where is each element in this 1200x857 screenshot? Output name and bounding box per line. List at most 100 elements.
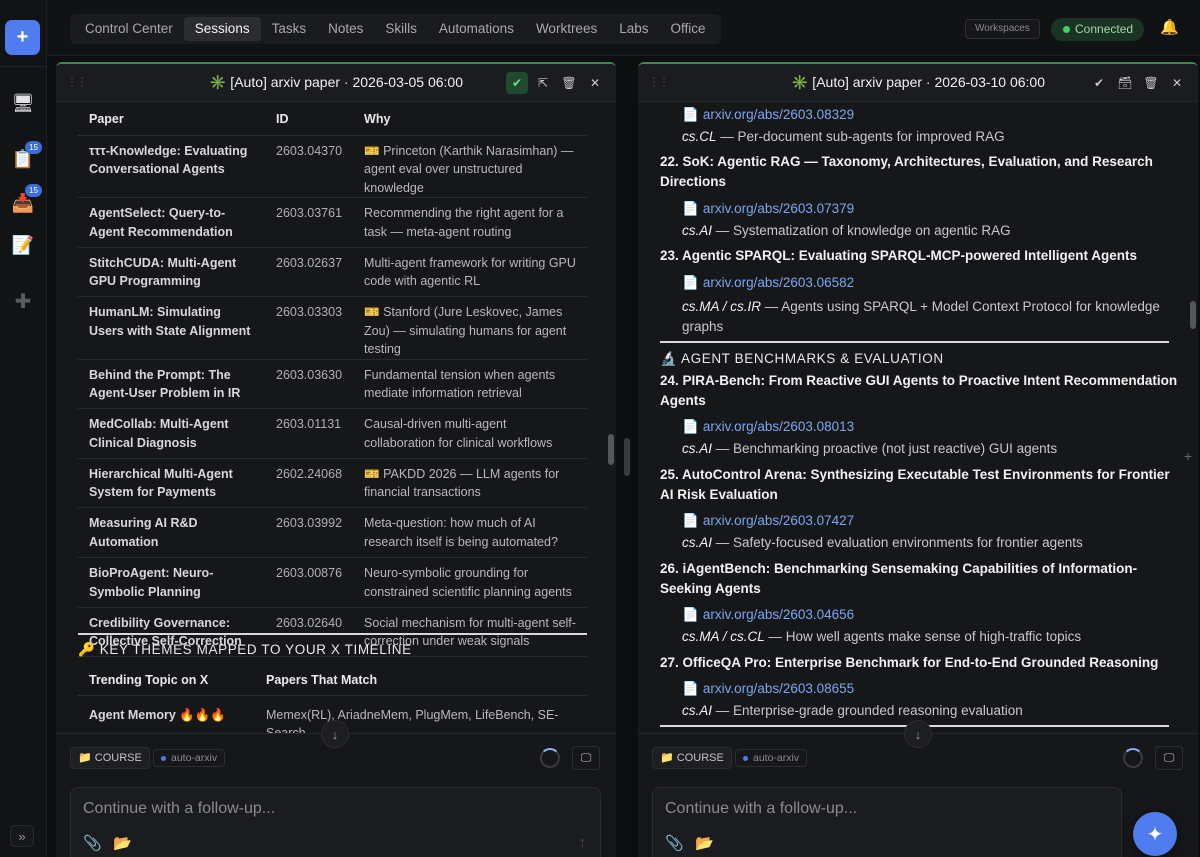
rail-divider — [0, 66, 47, 67]
check-icon[interactable]: ✔ — [506, 72, 528, 94]
col-why: Why — [353, 103, 587, 136]
paper-why: 🎫 Stanford (Jure Leskovec, James Zou) — … — [353, 296, 587, 360]
tab-labs[interactable]: Labs — [608, 17, 659, 41]
tab-sessions[interactable]: Sessions — [183, 17, 261, 41]
paperclip-icon[interactable]: 📎 — [83, 834, 102, 852]
app-root: + 🖥 📋 15 📥 15 📝 ✚ » Control Center Sessi… — [0, 0, 1200, 857]
paper-link[interactable]: 📄 arxiv.org/abs/2603.08329 — [682, 107, 854, 123]
category-desc: — Benchmarking proactive (not just react… — [712, 441, 1058, 456]
paper-name: HumanLM: Simulating Users with State Ali… — [78, 296, 265, 360]
tab-notes[interactable]: Notes — [317, 17, 374, 41]
paper-link[interactable]: 📄 arxiv.org/abs/2603.06582 — [682, 275, 854, 291]
add-panel-icon[interactable]: + — [1184, 448, 1200, 466]
scrollbar[interactable] — [1190, 103, 1196, 733]
paper-why: Fundamental tension when agents mediate … — [353, 359, 587, 410]
category-desc: — Systematization of knowledge on agenti… — [712, 223, 1011, 238]
table-row: StitchCUDA: Multi-Agent GPU Programming 2… — [78, 247, 587, 298]
link-text[interactable]: arxiv.org/abs/2603.04656 — [703, 607, 854, 622]
document-icon: 📄 — [682, 607, 699, 622]
category-code: cs.AI — [682, 535, 713, 550]
link-text[interactable]: arxiv.org/abs/2603.06582 — [703, 275, 854, 290]
paper-link[interactable]: 📄 arxiv.org/abs/2603.07379 — [682, 201, 854, 217]
paper-link[interactable]: 📄 arxiv.org/abs/2603.08655 — [682, 681, 854, 697]
scroll-down-icon[interactable]: ↓ — [321, 720, 349, 748]
tab-automations[interactable]: Automations — [428, 17, 525, 41]
category-desc: — How well agents make sense of high-tra… — [764, 629, 1082, 644]
link-text[interactable]: arxiv.org/abs/2603.07379 — [703, 201, 854, 216]
paper-id: 2603.01131 — [265, 408, 354, 459]
document-icon: 📄 — [682, 275, 699, 290]
link-text[interactable]: arxiv.org/abs/2603.08655 — [703, 681, 854, 696]
paper-name: AgentSelect: Query-to-Agent Recommendati… — [78, 197, 265, 248]
add-icon[interactable]: ✚ — [10, 289, 36, 313]
paper-link[interactable]: 📄 arxiv.org/abs/2603.04656 — [682, 607, 854, 623]
tab-office[interactable]: Office — [659, 17, 716, 41]
folder-icon[interactable]: 📂 — [695, 834, 714, 852]
paper-link[interactable]: 📄 arxiv.org/abs/2603.08013 — [682, 419, 854, 435]
paper-link[interactable]: 📄 arxiv.org/abs/2603.07427 — [682, 513, 854, 529]
monitor-icon[interactable]: 🖥 — [10, 91, 36, 115]
followup-input[interactable]: Continue with a follow-up... 📎 📂 — [652, 787, 1122, 857]
archive-icon[interactable]: 🗃 — [1114, 72, 1136, 94]
workspaces-button[interactable]: Workspaces — [965, 19, 1040, 39]
paper-name: MedCollab: Multi-Agent Clinical Diagnosi… — [78, 408, 265, 459]
folder-icon[interactable]: 📂 — [113, 834, 132, 852]
bell-icon[interactable]: 🔔 — [1160, 18, 1179, 36]
scrollbar[interactable] — [608, 103, 614, 733]
tab-worktrees[interactable]: Worktrees — [525, 17, 608, 41]
paper-why: Multi-agent framework for writing GPU co… — [353, 247, 587, 298]
new-session-button[interactable]: + — [5, 20, 40, 55]
followup-input[interactable]: Continue with a follow-up... 📎 📂 ↑ — [70, 787, 601, 857]
sparkle-assistant-button[interactable]: ✦ — [1133, 812, 1177, 856]
panel-content: Paper ID Why τττ-Knowledge: Evaluating C… — [56, 103, 616, 733]
category-desc: — Safety-focused evaluation environments… — [712, 535, 1083, 550]
tab-control-center[interactable]: Control Center — [74, 17, 184, 41]
nav-tabs: Control Center Sessions Tasks Notes Skil… — [70, 14, 721, 44]
close-icon[interactable]: ✕ — [584, 72, 606, 94]
paper-item-title: 27. OfficeQA Pro: Enterprise Benchmark f… — [660, 655, 1159, 670]
course-chip[interactable]: 📁 COURSE — [70, 747, 150, 769]
table-row: Hierarchical Multi-Agent System for Paym… — [78, 458, 587, 509]
paper-item-title: 25. AutoControl Arena: Synthesizing Exec… — [660, 467, 1170, 502]
tag-chip[interactable]: auto-arxiv — [153, 749, 226, 767]
trash-icon[interactable]: 🗑 — [1140, 72, 1162, 94]
expand-sidebar-button[interactable]: » — [10, 825, 34, 847]
tab-skills[interactable]: Skills — [374, 17, 428, 41]
close-icon[interactable]: ✕ — [1166, 72, 1188, 94]
table-row: τττ-Knowledge: Evaluating Conversational… — [78, 135, 587, 198]
scrollbar-thumb[interactable] — [1190, 301, 1196, 329]
tab-tasks[interactable]: Tasks — [261, 17, 318, 41]
themes-heading: 🔑 KEY THEMES MAPPED TO YOUR X TIMELINE — [78, 633, 587, 658]
table-row: MedCollab: Multi-Agent Clinical Diagnosi… — [78, 408, 587, 459]
link-text[interactable]: arxiv.org/abs/2603.08013 — [703, 419, 854, 434]
tag-chip[interactable]: auto-arxiv — [735, 749, 808, 767]
table-row: Measuring AI R&D Automation 2603.03992 Met… — [78, 507, 587, 559]
category-code: cs.MA / cs.IR — [682, 299, 762, 314]
scroll-down-icon[interactable]: ↓ — [904, 720, 932, 748]
paper-item-title: 24. PIRA-Bench: From Reactive GUI Agents… — [660, 373, 1178, 408]
trash-icon[interactable]: 🗑 — [558, 72, 580, 94]
panel-resize-handle[interactable] — [624, 438, 630, 476]
check-icon[interactable]: ✔ — [1088, 72, 1110, 94]
display-icon[interactable]: 🖵 — [1155, 746, 1183, 770]
table-row: BioProAgent: Neuro-Symbolic Planning 2603… — [78, 557, 587, 608]
link-text[interactable]: arxiv.org/abs/2603.08329 — [703, 107, 854, 122]
paper-name: τττ-Knowledge: Evaluating Conversational… — [78, 135, 265, 198]
paper-id: 2603.03303 — [265, 296, 354, 360]
paper-id: 2603.02637 — [265, 247, 354, 298]
course-chip[interactable]: 📁 COURSE — [652, 747, 732, 769]
send-arrow-icon[interactable]: ↑ — [579, 834, 587, 851]
paper-category: cs.AI — Safety-focused evaluation enviro… — [682, 535, 1083, 550]
loading-spinner-icon — [1123, 748, 1143, 768]
paper-why: 🎫 Princeton (Karthik Narasimhan) — agent… — [353, 135, 587, 198]
scrollbar-thumb[interactable] — [608, 434, 614, 465]
paper-name: Measuring AI R&D Automation — [78, 507, 265, 559]
notes-icon[interactable]: 📝 — [10, 233, 36, 257]
display-icon[interactable]: 🖵 — [572, 746, 600, 770]
paper-category: cs.AI — Enterprise-grade grounded reason… — [682, 703, 1023, 718]
topic-papers: Memex(RL), AriadneMem, PlugMem, LifeBenc… — [266, 707, 559, 734]
collapse-icon[interactable]: ⇱ — [532, 72, 554, 94]
paperclip-icon[interactable]: 📎 — [665, 834, 684, 852]
table-row: AgentSelect: Query-to-Agent Recommendati… — [78, 197, 587, 248]
link-text[interactable]: arxiv.org/abs/2603.07427 — [703, 513, 854, 528]
